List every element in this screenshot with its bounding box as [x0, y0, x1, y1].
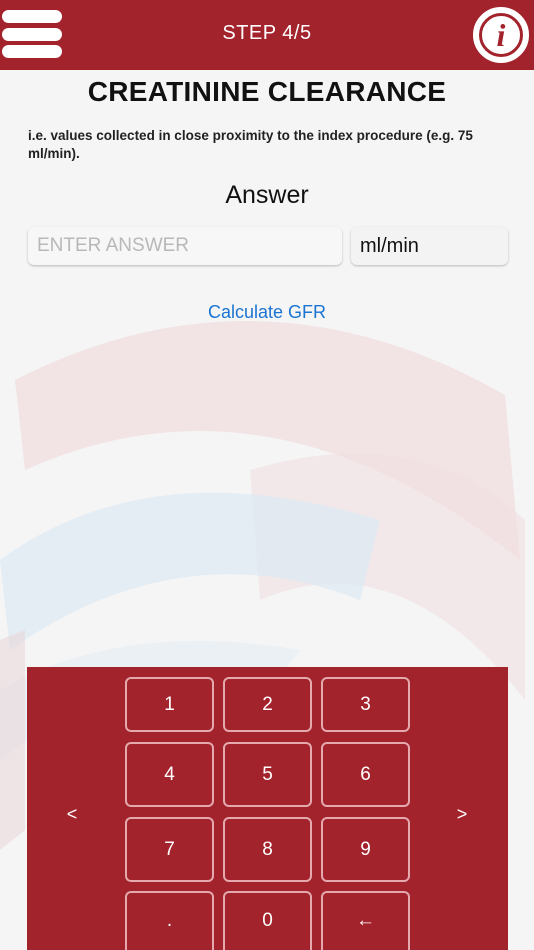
key-decimal[interactable]: . — [125, 891, 214, 950]
key-9[interactable]: 9 — [321, 817, 410, 882]
key-0[interactable]: 0 — [223, 891, 312, 950]
question-hint: i.e. values collected in close proximity… — [28, 128, 473, 161]
keypad-next-arrow[interactable]: > — [452, 804, 472, 825]
calculate-gfr-link[interactable]: Calculate GFR — [0, 302, 534, 323]
unit-selector[interactable]: ml/min — [351, 227, 508, 265]
answer-label: Answer — [225, 181, 309, 209]
key-4[interactable]: 4 — [125, 742, 214, 807]
step-indicator: STEP 4/5 — [222, 22, 312, 44]
answer-input[interactable] — [28, 227, 342, 265]
key-5[interactable]: 5 — [223, 742, 312, 807]
keypad-prev-arrow[interactable]: < — [62, 804, 82, 825]
backspace-key[interactable]: ← — [321, 891, 410, 950]
page-title: CREATININE CLEARANCE — [87, 76, 447, 107]
numeric-keypad: < > 1 2 3 4 5 6 7 8 9 . 0 ← — [27, 667, 508, 950]
info-button[interactable]: i — [473, 7, 529, 63]
key-8[interactable]: 8 — [223, 817, 312, 882]
info-icon: i — [479, 13, 523, 57]
key-7[interactable]: 7 — [125, 817, 214, 882]
top-bar: STEP 4/5 i — [0, 0, 534, 70]
key-6[interactable]: 6 — [321, 742, 410, 807]
key-3[interactable]: 3 — [321, 677, 410, 732]
key-2[interactable]: 2 — [223, 677, 312, 732]
key-1[interactable]: 1 — [125, 677, 214, 732]
